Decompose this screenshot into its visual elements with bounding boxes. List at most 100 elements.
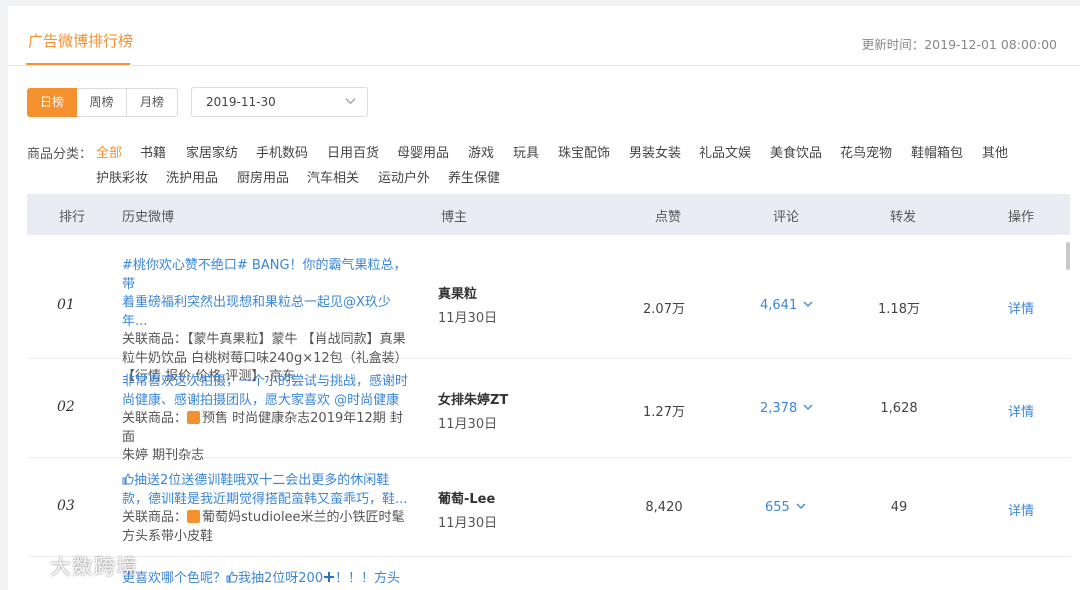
tab-weekly[interactable]: 周榜	[77, 88, 127, 117]
category-item[interactable]: 母婴用品	[397, 142, 449, 161]
chevron-down-icon	[803, 404, 813, 410]
shop-tag-icon	[187, 411, 201, 424]
watermark-logo-icon	[8, 555, 35, 574]
post-date: 11月30日	[438, 311, 498, 326]
header-weibo: 历史微博	[122, 210, 175, 225]
weibo-text-line: #桃你欢心赞不绝口# BANG！你的霸气果粒总，带	[122, 258, 407, 292]
category-item[interactable]: 日用百货	[327, 142, 379, 161]
chevron-down-icon	[803, 301, 813, 307]
comments-toggle[interactable]: 655	[765, 500, 806, 515]
comments-count: 2,378	[760, 401, 798, 416]
post-date: 11月30日	[438, 516, 498, 531]
related-product: 关联商品： 葡萄妈studiolee米兰的小铁匠时髦方头系带小皮鞋	[122, 509, 410, 546]
blogger-cell: 真果粒 11月30日	[438, 283, 497, 326]
category-item-all[interactable]: 全部	[96, 142, 122, 161]
related-label: 关联商品：	[122, 332, 188, 347]
category-item[interactable]: 养生保健	[448, 167, 500, 186]
watermark: 大数跨境	[6, 551, 138, 581]
chevron-down-icon	[345, 98, 356, 105]
rank-number: 01	[57, 297, 75, 313]
category-item[interactable]: 家居家纺	[186, 142, 238, 161]
detail-link[interactable]: 详情	[1008, 500, 1034, 519]
rank-number: 03	[57, 498, 75, 514]
date-select[interactable]: 2019-11-30	[191, 87, 368, 117]
category-item[interactable]: 运动户外	[378, 167, 430, 186]
reposts-count: 49	[890, 500, 908, 515]
tab-bar: 广告微博排行榜 更新时间：2019-12-01 08:00:00	[8, 6, 1080, 66]
blogger-name[interactable]: 葡萄-Lee	[438, 488, 497, 507]
header-blogger: 博主	[441, 210, 468, 225]
category-item[interactable]: 手机数码	[256, 142, 308, 161]
detail-link[interactable]: 详情	[1008, 401, 1034, 420]
post-date: 11月30日	[438, 417, 498, 432]
weibo-cell: 更喜欢哪个色呢？ 我抽2位呀200 ！！！方头	[122, 570, 422, 589]
ranking-panel: 广告微博排行榜 更新时间：2019-12-01 08:00:00 日榜 周榜 月…	[8, 6, 1080, 590]
weibo-cell: 抽送2位送德训鞋哦双十二会出更多的休闲鞋款，德训鞋是我近期觉得搭配蛮韩又蛮乖巧，…	[122, 472, 410, 546]
category-item[interactable]: 美食饮品	[770, 142, 822, 161]
comments-toggle[interactable]: 4,641	[760, 298, 813, 313]
weibo-text-line: ！！！方头	[335, 571, 401, 586]
related-text: 【蒙牛真果粒】蒙牛 【肖战同款】真果	[187, 332, 406, 347]
period-switch: 日榜 周榜 月榜	[27, 88, 178, 117]
comments-count: 655	[765, 500, 790, 515]
table-row: 03 抽送2位送德训鞋哦双十二会出更多的休闲鞋款，德训鞋是我近期觉得搭配蛮韩又蛮…	[27, 458, 1070, 557]
comments-toggle[interactable]: 2,378	[760, 401, 813, 416]
weibo-text-line: 非常喜欢这次拍摄，一个小的尝试与挑战，感谢时	[122, 374, 409, 389]
tab-ad-weibo-ranking[interactable]: 广告微博排行榜	[28, 30, 133, 51]
detail-link[interactable]: 详情	[1008, 298, 1034, 317]
plus-icon	[324, 572, 335, 582]
category-item[interactable]: 汽车相关	[307, 167, 359, 186]
category-item[interactable]: 鞋帽箱包	[911, 142, 963, 161]
blogger-name[interactable]: 女排朱婷ZT	[438, 389, 508, 408]
weibo-text[interactable]: #桃你欢心赞不绝口# BANG！你的霸气果粒总，带 着重磅福利突然出现想和果粒总一…	[122, 257, 410, 331]
category-item[interactable]: 其他	[982, 142, 1008, 161]
category-item[interactable]: 厨房用品	[237, 167, 289, 186]
header-likes: 点赞	[655, 210, 682, 225]
category-item[interactable]: 护肤彩妆	[96, 167, 148, 186]
header-comments: 评论	[773, 210, 800, 225]
header-actions: 操作	[1008, 210, 1035, 225]
category-item[interactable]: 游戏	[468, 142, 494, 161]
likes-count: 8,420	[645, 500, 683, 515]
likes-count: 1.27万	[643, 405, 685, 420]
category-item[interactable]: 洗护用品	[166, 167, 218, 186]
weibo-text-line: 着重磅福利突然出现想和果粒总一起见@X玖少年...	[122, 295, 391, 329]
update-time: 更新时间：2019-12-01 08:00:00	[861, 37, 1057, 52]
related-label: 关联商品：	[122, 411, 188, 426]
weibo-text[interactable]: 更喜欢哪个色呢？ 我抽2位呀200 ！！！方头	[122, 570, 422, 589]
reposts-count: 1.18万	[878, 302, 920, 317]
category-label: 商品分类：	[27, 147, 93, 162]
related-label: 关联商品：	[122, 510, 188, 525]
rank-number: 02	[57, 399, 75, 415]
category-item[interactable]: 花鸟宠物	[840, 142, 892, 161]
table-row: 02 非常喜欢这次拍摄，一个小的尝试与挑战，感谢时 尚健康、感谢拍摄团队，愿大家喜…	[27, 359, 1070, 463]
active-tab-indicator	[26, 63, 130, 65]
weibo-text[interactable]: 抽送2位送德训鞋哦双十二会出更多的休闲鞋款，德训鞋是我近期觉得搭配蛮韩又蛮乖巧，…	[122, 472, 410, 509]
date-select-value: 2019-11-30	[206, 95, 276, 109]
category-item[interactable]: 珠宝配饰	[558, 142, 610, 161]
tab-monthly[interactable]: 月榜	[127, 88, 178, 117]
weibo-text[interactable]: 非常喜欢这次拍摄，一个小的尝试与挑战，感谢时 尚健康、感谢拍摄团队，愿大家喜欢 @…	[122, 373, 410, 410]
chevron-down-icon	[796, 503, 806, 509]
related-text: 葡萄妈studiolee米兰的小铁匠时髦	[202, 510, 405, 525]
related-text: 方头系带小皮鞋	[122, 528, 214, 544]
header-reposts: 转发	[890, 210, 917, 225]
weibo-cell: 非常喜欢这次拍摄，一个小的尝试与挑战，感谢时 尚健康、感谢拍摄团队，愿大家喜欢 @…	[122, 373, 410, 466]
weibo-text-line: 抽送2位送德训鞋哦双十二会出更多的休闲鞋	[134, 473, 390, 488]
table-row: 更喜欢哪个色呢？ 我抽2位呀200 ！！！方头	[27, 557, 1070, 590]
scrollbar-thumb[interactable]	[1066, 242, 1070, 270]
tab-daily[interactable]: 日榜	[27, 88, 77, 117]
blogger-cell: 女排朱婷ZT 11月30日	[438, 389, 508, 432]
weibo-text-line: 尚健康、感谢拍摄团队，愿大家喜欢 @时尚健康	[122, 392, 400, 408]
weibo-text-line: 款，德训鞋是我近期觉得搭配蛮韩又蛮乖巧，鞋...	[122, 491, 408, 507]
thumbs-up-icon	[122, 473, 134, 485]
shop-tag-icon	[187, 510, 201, 523]
likes-count: 2.07万	[643, 302, 685, 317]
category-item[interactable]: 礼品文娱	[699, 142, 751, 161]
category-item[interactable]: 玩具	[513, 142, 539, 161]
table-header: 排行 历史微博 博主 点赞 评论 转发 操作	[27, 194, 1070, 235]
weibo-text-line: 我抽2位呀200	[238, 571, 324, 586]
category-item[interactable]: 书籍	[140, 142, 166, 161]
blogger-name[interactable]: 真果粒	[438, 283, 497, 302]
category-item[interactable]: 男装女装	[629, 142, 681, 161]
